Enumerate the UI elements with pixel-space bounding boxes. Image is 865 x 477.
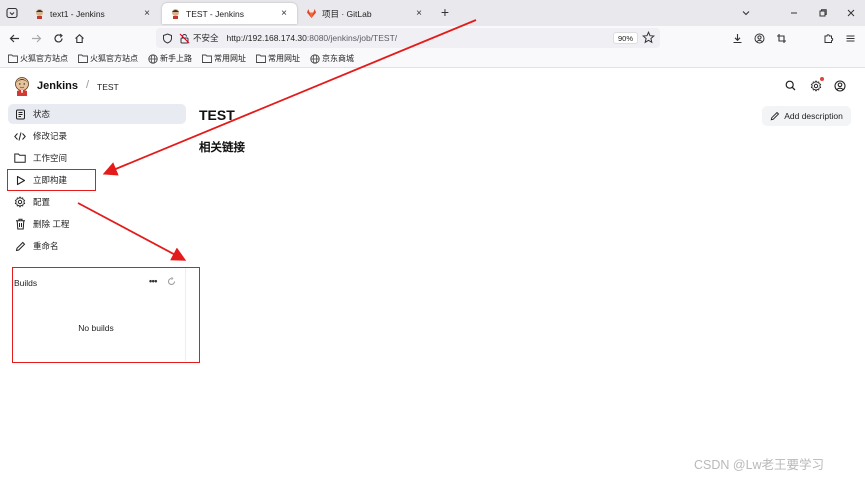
user-account-icon[interactable] xyxy=(833,79,846,92)
folder-icon xyxy=(202,54,212,63)
tab-test-jenkins[interactable]: TEST - Jenkins × xyxy=(162,3,297,24)
tab-gitlab[interactable]: 项目 · GitLab × xyxy=(298,3,432,24)
pencil-icon xyxy=(770,111,780,121)
related-links-heading: 相关链接 xyxy=(199,142,245,154)
annotation-box-builds xyxy=(12,267,200,363)
tab-close-icon[interactable]: × xyxy=(279,8,289,19)
folder-icon xyxy=(78,54,88,63)
bookmark-item[interactable]: 新手上路 xyxy=(148,53,192,64)
jenkins-favicon-icon xyxy=(170,8,181,19)
extensions-icon[interactable] xyxy=(820,30,836,46)
zoom-level-badge[interactable]: 90% xyxy=(612,32,638,44)
bookmark-item[interactable]: 火狐官方站点 xyxy=(8,53,68,64)
bookmark-item[interactable]: 京东商城 xyxy=(310,53,354,64)
code-icon xyxy=(14,130,26,142)
url-host: http://192.168.174.30 xyxy=(226,33,307,43)
bookmark-label: 常用网址 xyxy=(268,54,300,63)
add-description-button[interactable]: Add description xyxy=(762,106,851,126)
sidebar-item-configure[interactable]: 配置 xyxy=(8,192,186,212)
tab-list-icon[interactable] xyxy=(4,5,20,21)
gear-icon xyxy=(14,196,26,208)
lock-insecure-icon[interactable] xyxy=(179,33,190,44)
restore-icon[interactable] xyxy=(815,5,831,21)
shield-icon[interactable] xyxy=(162,32,173,44)
minimize-icon[interactable] xyxy=(786,5,802,21)
insecure-label[interactable]: 不安全 xyxy=(193,32,219,44)
tab-close-icon[interactable]: × xyxy=(142,8,152,19)
annotation-box-build-now xyxy=(7,169,96,191)
close-window-icon[interactable] xyxy=(843,5,859,21)
sidebar-item-label: 删除 工程 xyxy=(33,219,70,229)
forward-arrow-icon[interactable] xyxy=(28,30,44,46)
jenkins-logo-icon[interactable] xyxy=(14,76,30,96)
sidebar-item-label: 重命名 xyxy=(33,241,59,251)
bookmark-label: 常用网址 xyxy=(214,54,246,63)
globe-icon xyxy=(310,53,320,64)
new-tab-button[interactable]: + xyxy=(437,4,453,20)
bookmark-item[interactable]: 常用网址 xyxy=(256,53,300,64)
page-title: TEST xyxy=(199,107,235,123)
tab-close-icon[interactable]: × xyxy=(414,8,424,19)
bookmark-label: 火狐官方站点 xyxy=(90,54,138,63)
breadcrumb-separator: / xyxy=(86,79,90,91)
sidebar-item-delete-project[interactable]: 删除 工程 xyxy=(8,214,186,234)
url-text[interactable]: http://192.168.174.30:8080/jenkins/job/T… xyxy=(227,33,398,43)
search-icon[interactable] xyxy=(784,79,797,92)
tab-title: 项目 · GitLab xyxy=(322,8,372,19)
tab-strip: text1 - Jenkins × TEST - Jenkins × 项目 · … xyxy=(0,0,865,26)
home-icon[interactable] xyxy=(71,30,87,46)
menu-icon[interactable] xyxy=(842,30,858,46)
notification-dot xyxy=(820,77,824,81)
folder-icon xyxy=(256,54,266,63)
sidebar-item-label: 状态 xyxy=(33,109,51,119)
sidebar-item-rename[interactable]: 重命名 xyxy=(8,236,186,256)
address-bar[interactable]: 不安全 http://192.168.174.30:8080/jenkins/j… xyxy=(156,28,660,48)
gitlab-favicon-icon xyxy=(306,8,317,19)
back-arrow-icon[interactable] xyxy=(6,30,22,46)
sidebar-item-status[interactable]: 状态 xyxy=(8,104,186,124)
add-description-label: Add description xyxy=(784,111,843,121)
tab-title: TEST - Jenkins xyxy=(186,8,244,19)
globe-icon xyxy=(148,53,158,64)
folder-icon xyxy=(8,54,18,63)
pencil-icon xyxy=(14,240,26,252)
sidebar-item-label: 工作空间 xyxy=(33,153,68,163)
chevron-down-icon[interactable] xyxy=(738,5,754,21)
jenkins-favicon-icon xyxy=(34,8,45,19)
watermark: CSDN @Lw老王要学习 xyxy=(694,458,825,472)
sidebar-item-changes[interactable]: 修改记录 xyxy=(8,126,186,146)
navigation-bar: 不安全 http://192.168.174.30:8080/jenkins/j… xyxy=(0,26,865,50)
jenkins-brand[interactable]: Jenkins xyxy=(37,80,78,92)
bookmarks-bar: 火狐官方站点 火狐官方站点 新手上路 常用网址 常用网址 京东商城 xyxy=(0,50,865,68)
trash-icon xyxy=(14,218,26,230)
reload-icon[interactable] xyxy=(50,30,66,46)
jenkins-header: Jenkins / TEST xyxy=(0,69,865,103)
folder-icon xyxy=(14,152,26,164)
breadcrumb-test[interactable]: TEST xyxy=(97,82,119,92)
bookmark-item[interactable]: 火狐官方站点 xyxy=(78,53,138,64)
crop-icon[interactable] xyxy=(773,30,789,46)
bookmark-item[interactable]: 常用网址 xyxy=(202,53,246,64)
manage-gear-icon[interactable] xyxy=(809,77,824,92)
sidebar-item-label: 配置 xyxy=(33,197,51,207)
sidebar-item-label: 修改记录 xyxy=(33,131,68,141)
tab-text1-jenkins[interactable]: text1 - Jenkins × xyxy=(26,3,160,24)
bookmark-label: 新手上路 xyxy=(160,54,192,63)
bookmark-label: 京东商城 xyxy=(322,54,354,63)
url-path: :8080/jenkins/job/TEST/ xyxy=(306,33,398,43)
account-icon[interactable] xyxy=(751,30,767,46)
tab-title: text1 - Jenkins xyxy=(50,8,105,19)
status-icon xyxy=(14,108,26,120)
sidebar-item-workspace[interactable]: 工作空间 xyxy=(8,148,186,168)
bookmark-star-icon[interactable] xyxy=(641,30,656,44)
download-icon[interactable] xyxy=(729,30,745,46)
bookmark-label: 火狐官方站点 xyxy=(20,54,68,63)
